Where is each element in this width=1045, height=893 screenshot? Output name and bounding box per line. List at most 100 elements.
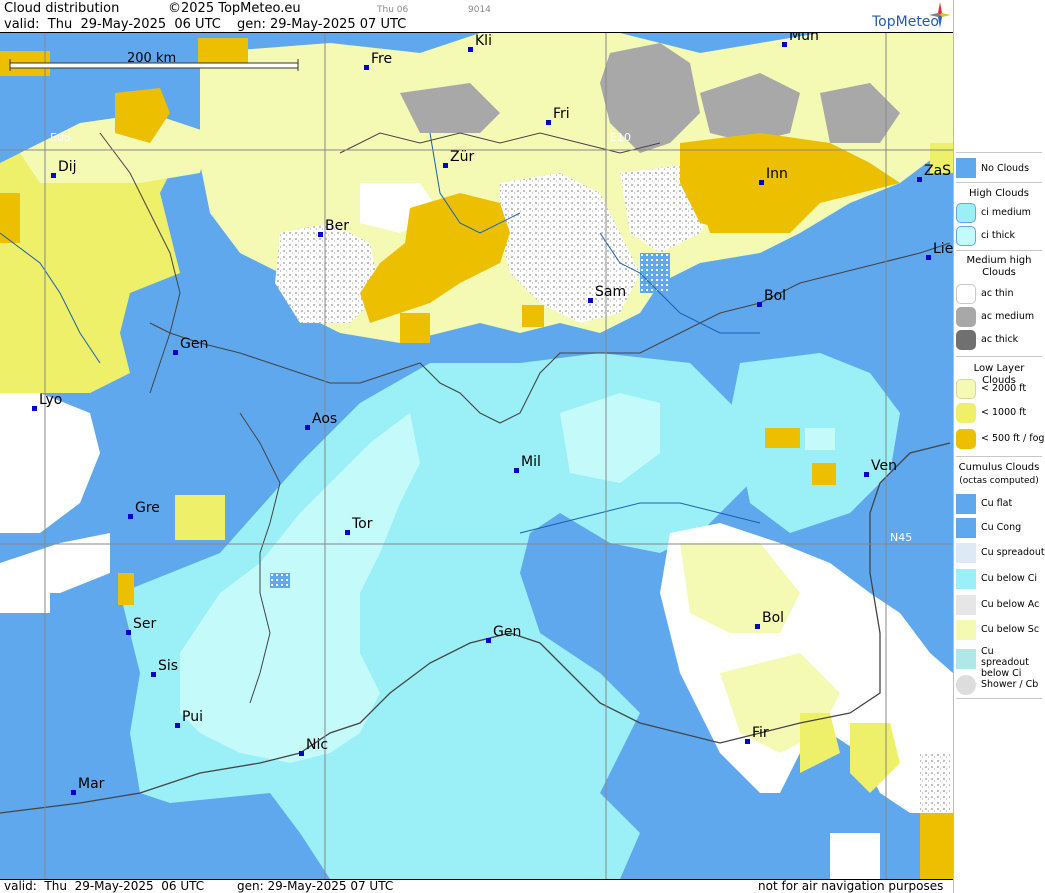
city-dot [468, 47, 473, 52]
swatch-ac-medium [956, 307, 976, 327]
city-dot [175, 723, 180, 728]
city-dot [782, 42, 787, 47]
swatch-low-2000 [956, 379, 976, 399]
legend-low-1000: < 1000 ft [956, 403, 1042, 423]
legend-divider [956, 152, 1042, 153]
legend-ac-thick: ac thick [956, 330, 1042, 350]
swatch-shower-cb [956, 675, 976, 695]
disclaimer: not for air navigation purposes [758, 879, 944, 893]
legend-high-title: High Clouds [969, 188, 1029, 199]
swatch-low-500 [956, 429, 976, 449]
legend-ci-medium: ci medium [956, 203, 1042, 223]
legend-cu-spreadout-label: Cu spreadout [981, 547, 1045, 558]
legend-cu-subtitle: (octas computed) [959, 476, 1039, 486]
cloud-layer-map [0, 33, 953, 879]
city-dot [345, 530, 350, 535]
swatch-low-1000 [956, 403, 976, 423]
legend-cu-flat-label: Cu flat [981, 498, 1013, 509]
legend-cu-below-ac-label: Cu below Ac [981, 599, 1040, 610]
legend-cu-below-ci-label: Cu below Ci [981, 573, 1038, 584]
legend-cu-below-ci: Cu below Ci [956, 569, 1042, 589]
city-dot [51, 173, 56, 178]
small-code: 9014 [468, 5, 491, 15]
legend-cu-spreadout: Cu spreadout [956, 543, 1045, 563]
map-header: Cloud distribution ©2025 TopMeteo.eu Thu… [0, 0, 953, 33]
city-dot [588, 298, 593, 303]
city-dot [546, 120, 551, 125]
legend-divider [956, 250, 1042, 251]
city-dot [318, 232, 323, 237]
legend-cu-title: Cumulus Clouds [958, 462, 1040, 473]
city-dot [32, 406, 37, 411]
swatch-cu-flat [956, 494, 976, 514]
city-dot [745, 739, 750, 744]
city-dot [864, 472, 869, 477]
legend-shower-cb-label: Shower / Cb [981, 679, 1039, 690]
legend-low-2000-label: < 2000 ft [981, 383, 1027, 394]
swatch-cu-cong [956, 518, 976, 538]
legend-no-clouds: No Clouds [956, 158, 1042, 178]
legend-medium-title: Medium high Clouds [966, 255, 1032, 278]
copyright: ©2025 TopMeteo.eu [168, 1, 301, 16]
swatch-ci-thick [956, 226, 976, 246]
swatch-cu-below-sc [956, 620, 976, 640]
grid-label-e05: E05 [50, 131, 71, 144]
compass-logo-icon [929, 2, 951, 28]
legend-divider [956, 456, 1042, 457]
footer-generated-time: gen: 29-May-2025 07 UTC [237, 879, 394, 893]
legend-shower-cb: Shower / Cb [956, 675, 1042, 695]
legend-divider [956, 698, 1042, 699]
legend-ci-thick: ci thick [956, 226, 1042, 246]
city-dot [299, 751, 304, 756]
city-dot [364, 65, 369, 70]
legend-cu-spreadout-below-ci: Cu spreadout below Ci [956, 646, 1042, 679]
swatch-ac-thick [956, 330, 976, 350]
swatch-ci-medium [956, 203, 976, 223]
swatch-cu-below-ci [956, 569, 976, 589]
city-dot [71, 790, 76, 795]
legend-cu-cong: Cu Cong [956, 518, 1042, 538]
valid-time: valid: Thu 29-May-2025 06 UTC [4, 17, 221, 32]
swatch-no-clouds [956, 158, 976, 178]
generated-time: gen: 29-May-2025 07 UTC [237, 17, 407, 32]
scale-label: 200 km [127, 51, 177, 66]
legend-panel: No Clouds High Clouds ci medium ci thick… [953, 0, 1045, 893]
city-dot [128, 514, 133, 519]
legend-ci-thick-label: ci thick [981, 230, 1015, 241]
legend-low-2000: < 2000 ft [956, 379, 1042, 399]
city-dot [755, 624, 760, 629]
grid-label-n45: N45 [890, 531, 913, 544]
swatch-cu-below-ac [956, 595, 976, 615]
legend-low-500-label: < 500 ft / fog [981, 433, 1045, 444]
city-dot [486, 638, 491, 643]
swatch-cu-spreadout-below-ci [956, 649, 976, 669]
legend-cu-below-sc: Cu below Sc [956, 620, 1042, 640]
grid-label-e10: E10 [610, 131, 631, 144]
legend-cu-below-sc-label: Cu below Sc [981, 624, 1040, 635]
legend-low-1000-label: < 1000 ft [981, 407, 1027, 418]
legend-ac-thin-label: ac thin [981, 288, 1014, 299]
city-dot [151, 672, 156, 677]
city-dot [917, 177, 922, 182]
cloud-map[interactable]: E05 E10 N45 200 km Kli Mun Fre Fri Dij Z… [0, 33, 953, 879]
legend-low-500: < 500 ft / fog [956, 429, 1045, 449]
legend-divider [956, 182, 1042, 183]
legend-ac-thick-label: ac thick [981, 334, 1019, 345]
city-dot [926, 255, 931, 260]
legend-divider [956, 356, 1042, 357]
city-dot [514, 468, 519, 473]
legend-ac-thin: ac thin [956, 284, 1042, 304]
small-day: Thu 06 [377, 5, 409, 15]
legend-no-clouds-label: No Clouds [981, 163, 1030, 174]
legend-ci-medium-label: ci medium [981, 207, 1031, 218]
city-dot [126, 630, 131, 635]
city-dot [759, 180, 764, 185]
swatch-ac-thin [956, 284, 976, 304]
city-dot [305, 425, 310, 430]
city-dot [173, 350, 178, 355]
map-title: Cloud distribution [4, 1, 120, 16]
legend-ac-medium-label: ac medium [981, 311, 1035, 322]
legend-cu-cong-label: Cu Cong [981, 522, 1022, 533]
legend-cu-below-ac: Cu below Ac [956, 595, 1042, 615]
city-dot [757, 302, 762, 307]
